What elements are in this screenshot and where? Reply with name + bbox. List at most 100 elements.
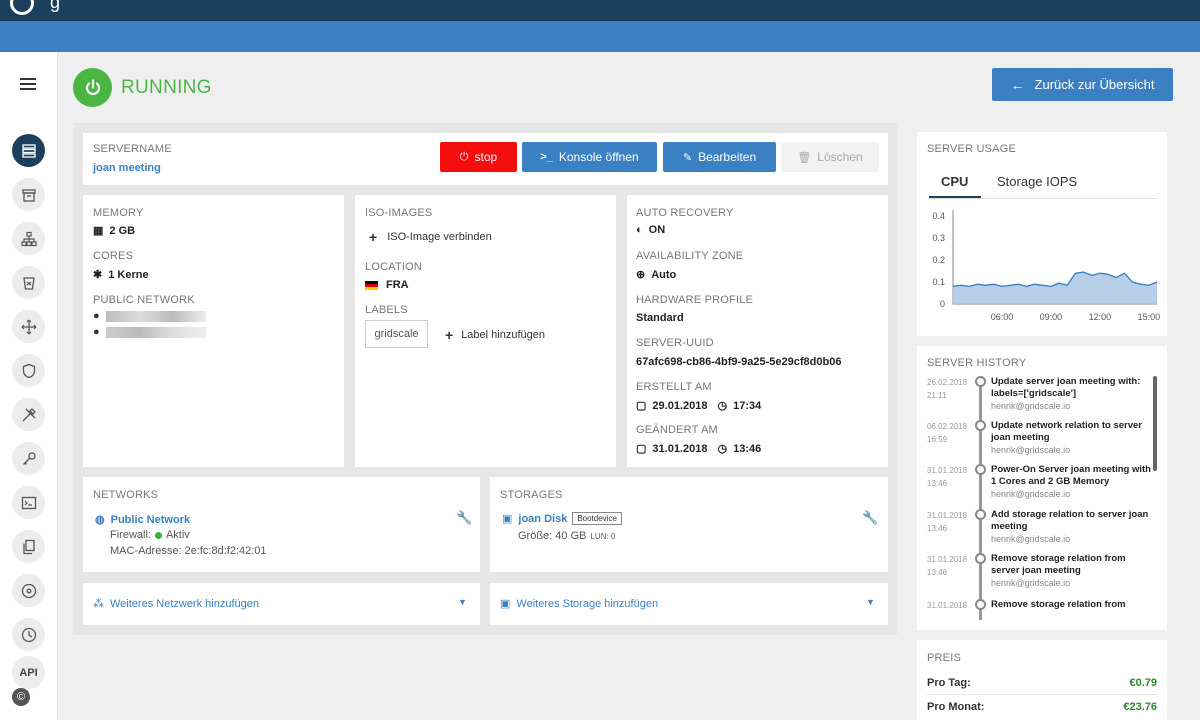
cpu-icon: ✱ — [93, 269, 103, 281]
calendar-icon: ▢ — [636, 443, 647, 455]
bucket-icon[interactable] — [12, 266, 45, 299]
cores-label: CORES — [93, 250, 134, 262]
timeline-dot — [975, 376, 986, 387]
caret-down-icon[interactable]: ▼ — [866, 597, 875, 607]
clock-icon: ◷ — [717, 400, 728, 412]
price-per-month: Pro Monat: €23.76 — [927, 701, 1157, 713]
clock-icon: ◷ — [717, 443, 728, 455]
caret-down-icon[interactable]: ▼ — [458, 597, 467, 607]
calendar-icon: ▢ — [636, 400, 647, 412]
servers-icon[interactable] — [12, 134, 45, 167]
public-network-label: PUBLIC NETWORK — [93, 294, 195, 306]
network-link[interactable]: ◍ Public Network — [95, 513, 190, 527]
mac-address: MAC-Adresse: 2e:fc:8d:f2:42:01 — [110, 545, 267, 557]
status-dot-icon — [154, 531, 162, 539]
public-ip-1: ● — [93, 310, 206, 322]
iso-card: ISO-IMAGES + ISO-Image verbinden LOCATION… — [355, 195, 616, 467]
network-icon: ⁂ — [93, 598, 104, 610]
key-icon[interactable] — [12, 442, 45, 475]
hardware-profile-value: Standard — [636, 312, 684, 324]
tab-cpu[interactable]: CPU — [941, 174, 968, 189]
wrench-icon[interactable]: 🔧 — [862, 510, 878, 526]
divider — [927, 694, 1157, 695]
delete-button[interactable]: 🗑 Löschen — [781, 142, 879, 172]
copyright-icon: © — [12, 688, 30, 706]
back-to-overview-button[interactable]: ← Zurück zur Übersicht — [992, 68, 1173, 101]
timeline-dot — [975, 599, 986, 610]
redacted-ip — [105, 310, 206, 322]
x-tick-label: 15:00 — [1138, 312, 1161, 322]
pencil-icon: ✎ — [682, 151, 693, 164]
toggle-icon: ◐ — [636, 224, 643, 236]
add-storage-card[interactable]: ▣ Weiteres Storage hinzufügen ▼ — [490, 583, 888, 625]
globe-icon: ● — [93, 326, 100, 338]
stop-button[interactable]: ⏻ stop — [440, 142, 517, 172]
add-storage-link[interactable]: ▣ Weiteres Storage hinzufügen — [500, 597, 658, 611]
server-usage-label: SERVER USAGE — [927, 143, 1017, 155]
edit-button[interactable]: ✎ Bearbeiten — [663, 142, 776, 172]
storage-box-icon: ▣ — [500, 598, 511, 610]
add-network-link[interactable]: ⁂ Weiteres Netzwerk hinzufügen — [93, 597, 259, 611]
menu-icon[interactable] — [20, 78, 36, 91]
server-usage-card: SERVER USAGE CPU Storage IOPS 0.4 0.3 0.2 0… — [917, 132, 1167, 336]
hardware-profile-label: HARDWARE PROFILE — [636, 294, 754, 306]
x-tick-label: 09:00 — [1040, 312, 1063, 322]
wrench-icon[interactable]: 🔧 — [456, 510, 472, 526]
storage-box-icon[interactable] — [12, 178, 45, 211]
api-button[interactable]: API — [12, 656, 45, 689]
storage-box-icon: ▣ — [502, 513, 513, 525]
history-icon[interactable] — [12, 618, 45, 651]
y-tick-label: 0.3 — [932, 233, 945, 243]
auto-recovery-label: AUTO RECOVERY — [636, 207, 734, 219]
logo-icon[interactable] — [10, 0, 34, 15]
location-label: LOCATION — [365, 261, 423, 273]
console-button[interactable]: >_ Konsole öffnen — [522, 142, 657, 172]
created-label: ERSTELLT AM — [636, 381, 712, 393]
boot-device-badge: Bootdevice — [572, 512, 622, 525]
changed-label: GEÄNDERT AM — [636, 424, 718, 436]
y-tick-label: 0.2 — [932, 255, 945, 265]
globe-icon: ◍ — [95, 514, 105, 526]
auto-recovery-value[interactable]: ◐ ON — [636, 224, 665, 236]
top-bar: g — [0, 0, 1200, 21]
memory-label: MEMORY — [93, 207, 144, 219]
move-icon[interactable] — [12, 310, 45, 343]
add-network-card[interactable]: ⁂ Weiteres Netzwerk hinzufügen ▼ — [83, 583, 480, 625]
timeline-dot — [975, 464, 986, 475]
redacted-ip — [105, 326, 206, 338]
globe-icon: ● — [93, 310, 100, 322]
tab-storage-iops[interactable]: Storage IOPS — [997, 174, 1077, 189]
terminal-icon[interactable] — [12, 486, 45, 519]
y-tick-label: 0 — [940, 299, 945, 309]
plus-icon: + — [445, 327, 454, 343]
price-label: PREIS — [927, 652, 962, 664]
copy-icon[interactable] — [12, 530, 45, 563]
disc-icon[interactable] — [12, 574, 45, 607]
iso-connect-link[interactable]: + ISO-Image verbinden — [369, 229, 492, 245]
x-tick-label: 12:00 — [1089, 312, 1112, 322]
networks-label: NETWORKS — [93, 489, 159, 501]
price-per-day: Pro Tag: €0.79 — [927, 677, 1157, 689]
status-text: RUNNING — [121, 76, 212, 98]
networks-card: NETWORKS ◍ Public Network Firewall: Aktiv… — [83, 477, 480, 572]
sub-bar — [0, 21, 1200, 52]
storage-item[interactable]: ▣ joan Disk Bootdevice — [502, 512, 622, 525]
network-icon[interactable] — [12, 222, 45, 255]
y-tick-label: 0.1 — [932, 277, 945, 287]
storage-size: Größe: 40 GB LUN: 0 — [518, 530, 616, 542]
shield-icon[interactable] — [12, 354, 45, 387]
cpu-usage-chart: 0.4 0.3 0.2 0.1 0 06:00 09:00 12:00 15:00 — [932, 210, 1161, 322]
memory-icon: ▦ — [93, 225, 104, 237]
server-history-label: SERVER HISTORY — [927, 357, 1027, 369]
tools-icon[interactable] — [12, 398, 45, 431]
tab-underline — [929, 196, 981, 198]
changed-value: ▢ 31.01.2018 ◷ 13:46 — [636, 442, 762, 456]
iso-label: ISO-IMAGES — [365, 207, 433, 219]
timeline-dot — [975, 420, 986, 431]
label-tag[interactable]: gridscale — [365, 320, 428, 348]
crosshair-icon: ⊕ — [636, 269, 646, 281]
scrollbar[interactable] — [1153, 376, 1157, 471]
servername-value[interactable]: joan meeting — [93, 162, 161, 174]
add-label-link[interactable]: + Label hinzufügen — [445, 327, 545, 343]
zone-label: AVAILABILITY ZONE — [636, 250, 744, 262]
